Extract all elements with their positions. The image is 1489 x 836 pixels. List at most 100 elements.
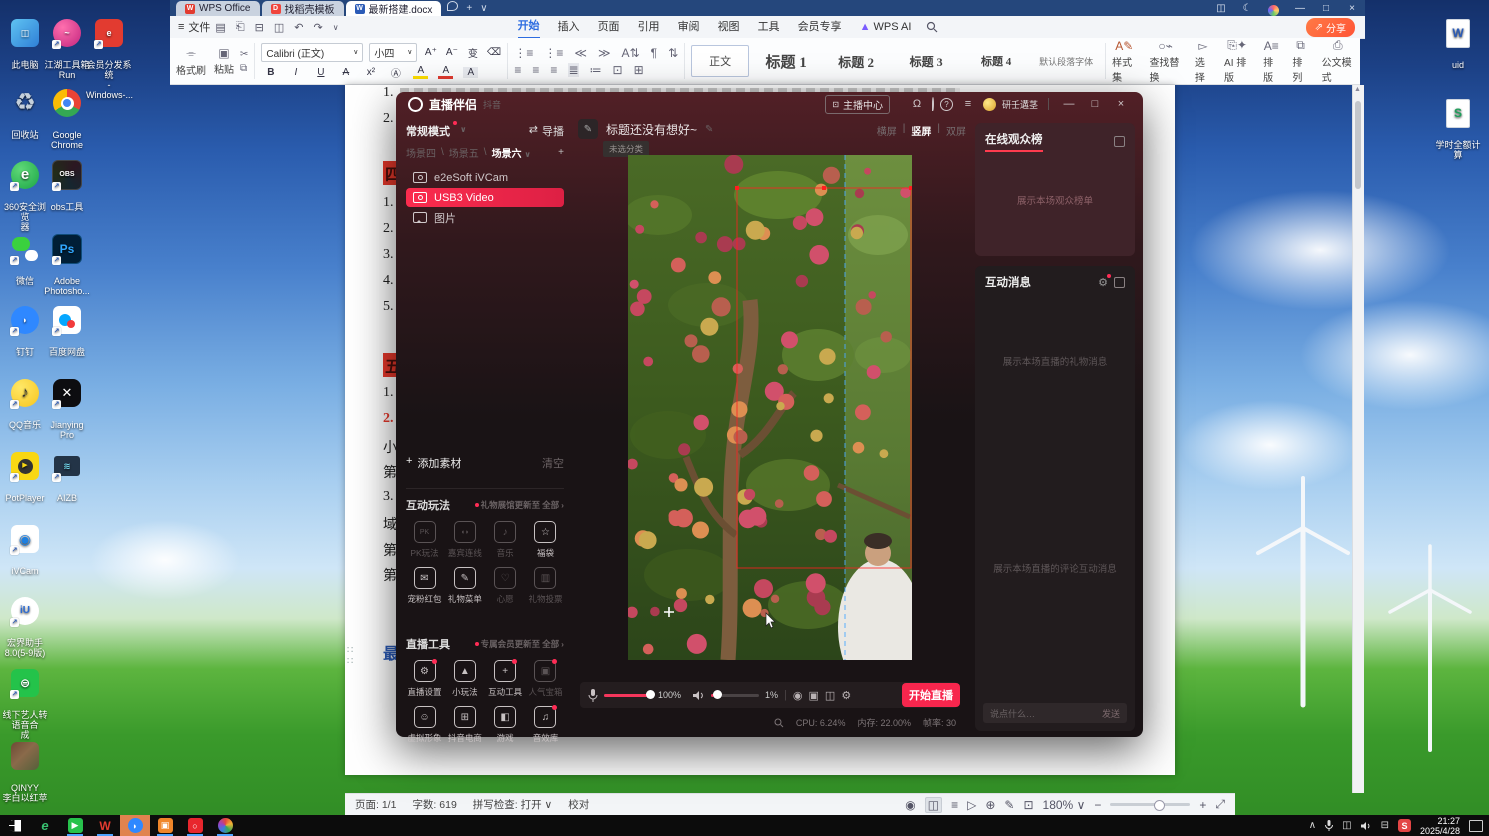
play-item-music[interactable]: ♪ 音乐 bbox=[487, 521, 524, 559]
play-section-notice[interactable]: 礼物展馆更新至 全部 › bbox=[474, 499, 564, 511]
source-image[interactable]: 图片 bbox=[406, 208, 564, 227]
change-case-icon[interactable]: 变 bbox=[465, 45, 480, 60]
clock[interactable]: 21:27 2025/4/28 bbox=[1420, 816, 1460, 836]
eye-protect-icon[interactable]: ◉ bbox=[905, 798, 915, 812]
style-heading4[interactable]: 标题 4 bbox=[963, 53, 1029, 69]
style-set-button[interactable]: A✎ 样式集 bbox=[1112, 39, 1136, 84]
tool-item-games[interactable]: ◧ 游戏 bbox=[487, 706, 524, 744]
decrease-indent-icon[interactable]: ≪ bbox=[574, 46, 587, 60]
share-button[interactable]: ⇗ 分享 bbox=[1305, 17, 1355, 37]
document-scrollbar[interactable]: ▲ bbox=[1352, 85, 1364, 793]
fit-page-icon[interactable]: ⊡ bbox=[1023, 798, 1033, 812]
mic-slider-knob[interactable] bbox=[646, 690, 655, 699]
maximize-button[interactable]: □ bbox=[1085, 98, 1105, 110]
grow-font-icon[interactable]: A⁺ bbox=[423, 47, 438, 58]
close-button[interactable]: × bbox=[1339, 1, 1365, 16]
desktop-icon-hongjie-helper[interactable]: iU ↗ 宏界助手 8.0(5-9版) bbox=[2, 586, 48, 658]
tray-speaker-icon[interactable] bbox=[1360, 821, 1372, 831]
find-replace-button[interactable]: ○⌁ 查找替换 bbox=[1149, 39, 1181, 84]
tab-docer-template[interactable]: D 找稻壳模板 bbox=[261, 1, 344, 16]
file-menu[interactable]: ≡ 文件 bbox=[178, 19, 210, 35]
desktop-icon-uid-doc[interactable]: W uid bbox=[1432, 8, 1484, 70]
paragraph-mark-icon[interactable]: ¶ bbox=[651, 46, 657, 60]
bullets-icon[interactable]: ⋮≡ bbox=[514, 46, 533, 60]
maximize-button[interactable]: □ bbox=[1313, 1, 1339, 16]
font-color-button[interactable]: A bbox=[438, 65, 454, 79]
desktop-icon-jianying[interactable]: ✕ ↗ Jianying Pro bbox=[44, 368, 90, 440]
taskbar-wps-icon[interactable]: W bbox=[90, 815, 120, 836]
tool-item-interact-tools[interactable]: + 互动工具 bbox=[487, 659, 524, 698]
close-button[interactable]: × bbox=[1111, 98, 1131, 110]
desktop-icon-jianghu-toolbox[interactable]: ~ ↗ 江湖工具箱 Run bbox=[44, 8, 90, 80]
paragraph-drag-handle[interactable]: ∷ ∷ bbox=[347, 645, 353, 667]
mode-landscape[interactable]: 横屏 bbox=[877, 123, 897, 138]
style-heading1[interactable]: 标题 1 bbox=[753, 51, 819, 72]
edit-pencil-icon[interactable]: ✎ bbox=[705, 124, 713, 135]
tab-review[interactable]: 审阅 bbox=[678, 17, 700, 38]
desktop-icon-voice-synth[interactable]: ⊜ ↗ 线下艺人转语音合 成 bbox=[2, 658, 48, 740]
text-direction-icon[interactable]: A⇅ bbox=[622, 46, 640, 60]
mic-volume-slider[interactable] bbox=[604, 690, 655, 699]
message-settings-gear-icon[interactable]: ⚙ bbox=[1098, 273, 1111, 289]
bold-button[interactable]: B bbox=[263, 67, 278, 78]
play-item-lucky-bag[interactable]: ☆ 福袋 bbox=[527, 521, 564, 559]
user-avatar[interactable] bbox=[982, 97, 996, 111]
highlight-color-button[interactable]: A bbox=[413, 65, 429, 79]
select-button[interactable]: ▻ 选择 bbox=[1195, 39, 1211, 84]
stream-title[interactable]: 标题还没有想好~ bbox=[606, 121, 697, 138]
zoom-out-button[interactable]: − bbox=[1094, 798, 1101, 812]
play-item-pk[interactable]: PK PK玩法 bbox=[406, 521, 443, 559]
increase-indent-icon[interactable]: ≫ bbox=[598, 46, 611, 60]
beauty-icon[interactable]: ◉ bbox=[793, 689, 803, 702]
tray-ime-icon[interactable]: ⊟ bbox=[1381, 820, 1389, 831]
tool-item-virtual-avatar[interactable]: ☺ 虚拟形象 bbox=[406, 706, 443, 744]
sogou-icon[interactable]: S bbox=[1397, 819, 1411, 832]
desktop-icon-chrome[interactable]: Google Chrome bbox=[44, 78, 90, 150]
start-live-button[interactable]: 开始直播 bbox=[902, 683, 960, 707]
tool-section-notice[interactable]: 专属会员更新至 全部 › bbox=[474, 638, 564, 650]
clear-format-icon[interactable]: ⌫ bbox=[486, 47, 501, 58]
desktop-icon-member-dist[interactable]: e ↗ 会员分发系统 -Windows-... bbox=[86, 8, 133, 100]
desktop-icon-obs-tools[interactable]: OBS ↗ obs工具 bbox=[44, 150, 90, 212]
align-left-icon[interactable]: ≡ bbox=[514, 63, 521, 77]
font-family-select[interactable]: Calibri (正文) ∨ bbox=[261, 42, 364, 62]
tab-wps-ai[interactable]: ▲ WPS AI bbox=[860, 17, 912, 38]
account-avatar[interactable] bbox=[1268, 5, 1279, 16]
director-button[interactable]: ⇄ 导播 bbox=[529, 123, 564, 139]
style-normal[interactable]: 正文 bbox=[691, 45, 750, 77]
ai-typeset-button[interactable]: ⎘✦ AI 排版 bbox=[1224, 38, 1250, 84]
desktop-icon-qq-music[interactable]: ♪ ↗ QQ音乐 bbox=[2, 368, 48, 430]
scrollbar-thumb[interactable] bbox=[1355, 101, 1361, 189]
notification-center-icon[interactable] bbox=[1469, 819, 1483, 832]
save-icon[interactable]: ▤ bbox=[215, 21, 225, 34]
justify-icon[interactable]: ≣ bbox=[568, 62, 579, 77]
play-item-gift-menu[interactable]: ✎ 礼物菜单 bbox=[446, 567, 483, 605]
zoom-slider[interactable] bbox=[1110, 800, 1191, 811]
mic-icon[interactable] bbox=[588, 688, 598, 702]
chat-input[interactable]: 说点什么… 发送 bbox=[983, 703, 1127, 723]
menu-icon[interactable]: ≡ bbox=[959, 98, 977, 110]
clear-button[interactable]: 清空 bbox=[542, 455, 564, 471]
arrange-button[interactable]: ⧉ 排列 bbox=[1292, 38, 1308, 84]
read-mode-icon[interactable]: ▷ bbox=[967, 798, 976, 812]
cut-icon[interactable]: ✂ bbox=[240, 49, 248, 60]
scene-tab-6[interactable]: 场景六 ∨ bbox=[492, 145, 531, 160]
speaker-icon[interactable] bbox=[693, 690, 705, 701]
paste-button[interactable]: ▣ 粘贴 bbox=[214, 46, 234, 76]
diagnose-icon[interactable] bbox=[774, 718, 784, 728]
style-heading2[interactable]: 标题 2 bbox=[823, 52, 889, 71]
proofread-button[interactable]: 校对 bbox=[568, 797, 589, 812]
italic-button[interactable]: I bbox=[288, 67, 303, 78]
tab-wps-office[interactable]: W WPS Office bbox=[176, 1, 260, 16]
style-heading3[interactable]: 标题 3 bbox=[893, 53, 959, 70]
speaker-slider-knob[interactable] bbox=[713, 690, 723, 699]
sort-icon[interactable]: ⇅ bbox=[668, 46, 678, 60]
strikethrough-icon[interactable]: A bbox=[338, 67, 353, 78]
zoom-in-button[interactable]: + bbox=[1199, 798, 1206, 812]
source-ivcam[interactable]: e2eSoft iVCam bbox=[406, 168, 564, 187]
desktop-icon-aizb[interactable]: ≋ ↗ AIZB bbox=[44, 441, 90, 503]
superscript-icon[interactable]: x² bbox=[363, 67, 378, 78]
tab-page[interactable]: 页面 bbox=[598, 17, 620, 38]
tab-member[interactable]: 会员专享 bbox=[798, 17, 842, 38]
align-right-icon[interactable]: ≡ bbox=[550, 63, 557, 77]
